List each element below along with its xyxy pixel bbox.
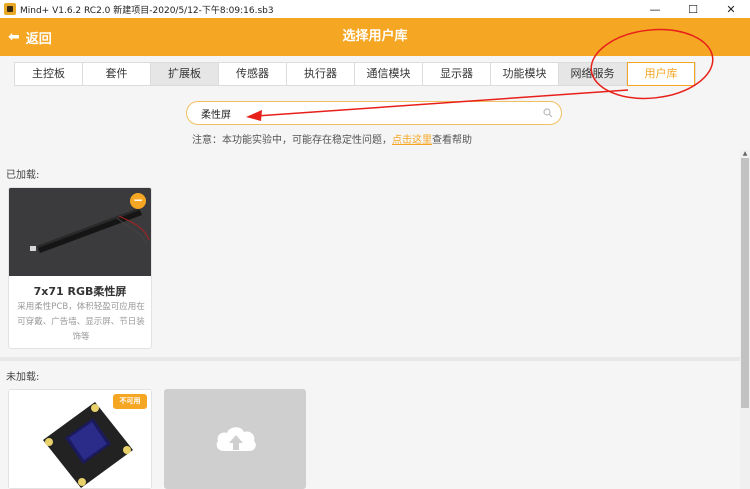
experimental-notice: 注意：本功能实验中，可能存在稳定性问题，点击这里查看帮助 (192, 131, 472, 146)
unavailable-badge: 不可用 (113, 394, 147, 409)
notice-suffix: 查看帮助 (432, 135, 472, 146)
app-logo-icon (4, 3, 16, 15)
window-controls: — ☐ ✕ (636, 0, 750, 18)
card-description: 采用柔性PCB，体积轻盈可应用在可穿戴、广告墙、显示屏、节日装饰等 (17, 302, 145, 342)
search-box (186, 101, 562, 125)
notice-text: 注意：本功能实验中，可能存在稳定性问题， (192, 135, 392, 146)
tab-sensor[interactable]: 传感器 (219, 63, 287, 85)
title-bar: Mind+ V1.6.2 RC2.0 新建项目-2020/5/12-下午8:09… (0, 0, 750, 18)
window-title: Mind+ V1.6.2 RC2.0 新建项目-2020/5/12-下午8:09… (20, 5, 274, 16)
header-bar: ⬅ 返回 选择用户库 (0, 18, 750, 56)
tab-kit[interactable]: 套件 (83, 63, 151, 85)
search-input[interactable] (201, 105, 531, 121)
tab-actuator[interactable]: 执行器 (287, 63, 355, 85)
loaded-section-label: 已加载: (6, 170, 40, 181)
scroll-up-icon[interactable]: ▲ (740, 150, 750, 158)
cloud-upload-icon (216, 427, 256, 451)
unloaded-library-card[interactable]: 不可用 (8, 389, 152, 489)
minimize-button[interactable]: — (636, 0, 674, 18)
close-button[interactable]: ✕ (712, 0, 750, 18)
tab-network-service[interactable]: 网络服务 (559, 63, 627, 85)
tab-expansion-board[interactable]: 扩展板 (151, 63, 219, 85)
tab-user-library[interactable]: 用户库 (627, 62, 695, 86)
unloaded-section-label: 未加载: (6, 372, 40, 383)
tab-function-module[interactable]: 功能模块 (491, 63, 559, 85)
card-title: 7x71 RGB柔性屏 (33, 285, 127, 298)
scrollbar[interactable]: ▲ (740, 150, 750, 489)
maximize-button[interactable]: ☐ (674, 0, 712, 18)
help-link[interactable]: 点击这里 (392, 135, 432, 146)
tab-main-board[interactable]: 主控板 (15, 63, 83, 85)
scrollbar-thumb[interactable] (741, 158, 749, 408)
section-divider (0, 357, 740, 361)
tab-display[interactable]: 显示器 (423, 63, 491, 85)
tab-communication[interactable]: 通信模块 (355, 63, 423, 85)
category-tabs: 主控板 套件 扩展板 传感器 执行器 通信模块 显示器 功能模块 网络服务 用户… (14, 62, 696, 86)
search-icon[interactable] (543, 108, 553, 118)
unload-minus-button[interactable]: − (130, 193, 146, 209)
page-title: 选择用户库 (342, 29, 408, 44)
loaded-library-card[interactable]: − 7x71 RGB柔性屏 采用柔性PCB，体积轻盈可应用在可穿戴、广告墙、显示… (8, 187, 152, 349)
upload-library-card[interactable] (164, 389, 306, 489)
